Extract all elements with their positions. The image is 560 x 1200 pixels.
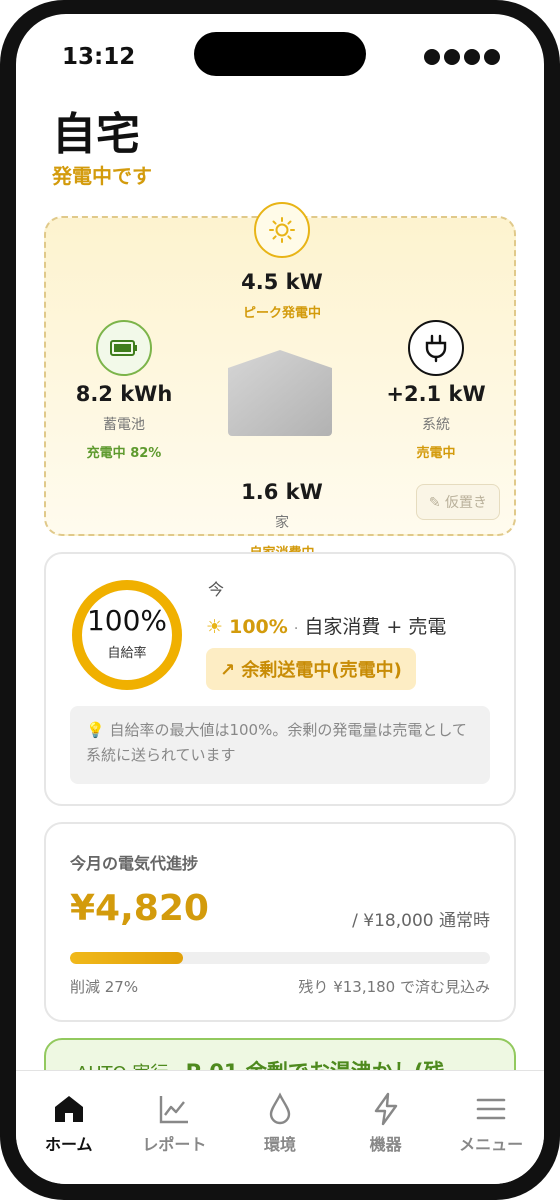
dynamic-island xyxy=(194,32,366,76)
page-title: 自宅 xyxy=(52,109,140,160)
tab-label: 環境 xyxy=(263,1135,296,1154)
tab-bar: ホーム レポート 環境 機器 メニュー xyxy=(16,1070,544,1184)
bill-reduction: 削減 27% xyxy=(70,978,139,996)
sun-small-icon: ☀ xyxy=(206,616,224,638)
self-sufficiency-value: 100% xyxy=(86,604,168,637)
battery-label: 蓄電池 xyxy=(103,417,145,433)
signal-icon xyxy=(424,49,500,65)
chart-icon xyxy=(160,1096,189,1124)
tab-report[interactable]: レポート xyxy=(122,1071,228,1184)
grid-node[interactable]: +2.1 kW 系統 売電中 xyxy=(376,320,496,461)
bill-progress-bar xyxy=(70,952,490,964)
surplus-badge: ↗ 余剰送電中(売電中) xyxy=(206,648,416,690)
battery-status: 充電中 82% xyxy=(86,446,162,461)
tab-label: 機器 xyxy=(369,1135,402,1154)
generation-status: 発電中です xyxy=(52,164,152,188)
battery-node[interactable]: 8.2 kWh 蓄電池 充電中 82% xyxy=(64,320,184,461)
drop-icon xyxy=(269,1092,291,1125)
mix-text: 自家消費 + 売電 xyxy=(304,616,447,638)
temp-placement-button[interactable]: ✎ 仮置き xyxy=(415,484,500,520)
status-time: 13:12 xyxy=(62,44,136,70)
home-value: 1.6 kW xyxy=(241,480,323,504)
menu-icon xyxy=(476,1098,506,1120)
home-label: 家 xyxy=(275,515,289,531)
self-sufficiency-card[interactable]: 100% 自給率 今 ☀ 100% · 自家消費 + 売電 ↗ 余剰送電中(売電… xyxy=(44,552,516,806)
tab-label: レポート xyxy=(142,1135,207,1154)
energy-flow-card[interactable]: 4.5 kW ピーク発電中 8.2 kWh 蓄電池 充電中 82% +2.1 k… xyxy=(44,202,516,561)
tab-label: ホーム xyxy=(45,1135,93,1154)
lightbulb-icon: 💡 xyxy=(86,721,105,739)
solar-value: 4.5 kW xyxy=(241,270,323,294)
tip-text: 自給率の最大値は100%。余剰の発電量は売電として系統に送られています xyxy=(86,721,467,764)
plug-icon xyxy=(408,320,464,376)
battery-value: 8.2 kWh xyxy=(75,382,173,406)
energy-mix: ☀ 100% · 自家消費 + 売電 xyxy=(206,612,446,639)
bill-normal: / ¥18,000 通常時 xyxy=(352,911,490,931)
bill-amount: ¥4,820 xyxy=(70,888,209,929)
self-sufficiency-label: 自給率 xyxy=(107,646,147,661)
mix-percent: 100% xyxy=(229,616,288,638)
tip-box: 💡 自給率の最大値は100%。余剰の発電量は売電として系統に送られています xyxy=(70,706,490,784)
tab-devices[interactable]: 機器 xyxy=(333,1071,439,1184)
solar-status: ピーク発電中 xyxy=(242,306,321,321)
bill-progress-fill xyxy=(70,952,184,964)
bill-title: 今月の電気代進捗 xyxy=(70,854,199,873)
mix-separator: · xyxy=(293,621,299,637)
now-label: 今 xyxy=(208,580,225,599)
home-node[interactable]: 1.6 kW 家 自家消費中 xyxy=(232,480,332,561)
home-icon xyxy=(54,1096,83,1122)
house-icon xyxy=(228,350,332,436)
tab-environment[interactable]: 環境 xyxy=(227,1071,333,1184)
status-bar: 13:12 xyxy=(16,14,544,94)
tab-label: メニュー xyxy=(459,1135,524,1154)
sun-icon xyxy=(254,202,310,258)
tab-menu[interactable]: メニュー xyxy=(438,1071,544,1184)
bill-remaining: 残り ¥13,180 で済む見込み xyxy=(298,978,490,996)
grid-status: 売電中 xyxy=(416,446,456,461)
tab-home[interactable]: ホーム xyxy=(16,1071,122,1184)
bill-progress-card[interactable]: 今月の電気代進捗 ¥4,820 / ¥18,000 通常時 削減 27% 残り … xyxy=(44,822,516,1022)
solar-node[interactable]: 4.5 kW ピーク発電中 xyxy=(232,202,332,321)
grid-label: 系統 xyxy=(422,417,450,433)
screen: 13:12 自宅 発電中です 4.5 kW ピーク発電中 8.2 kWh 蓄電池… xyxy=(16,14,544,1184)
phone-frame: 13:12 自宅 発電中です 4.5 kW ピーク発電中 8.2 kWh 蓄電池… xyxy=(0,0,560,1200)
grid-value: +2.1 kW xyxy=(386,382,486,406)
bolt-icon xyxy=(374,1092,397,1126)
battery-icon xyxy=(96,320,152,376)
